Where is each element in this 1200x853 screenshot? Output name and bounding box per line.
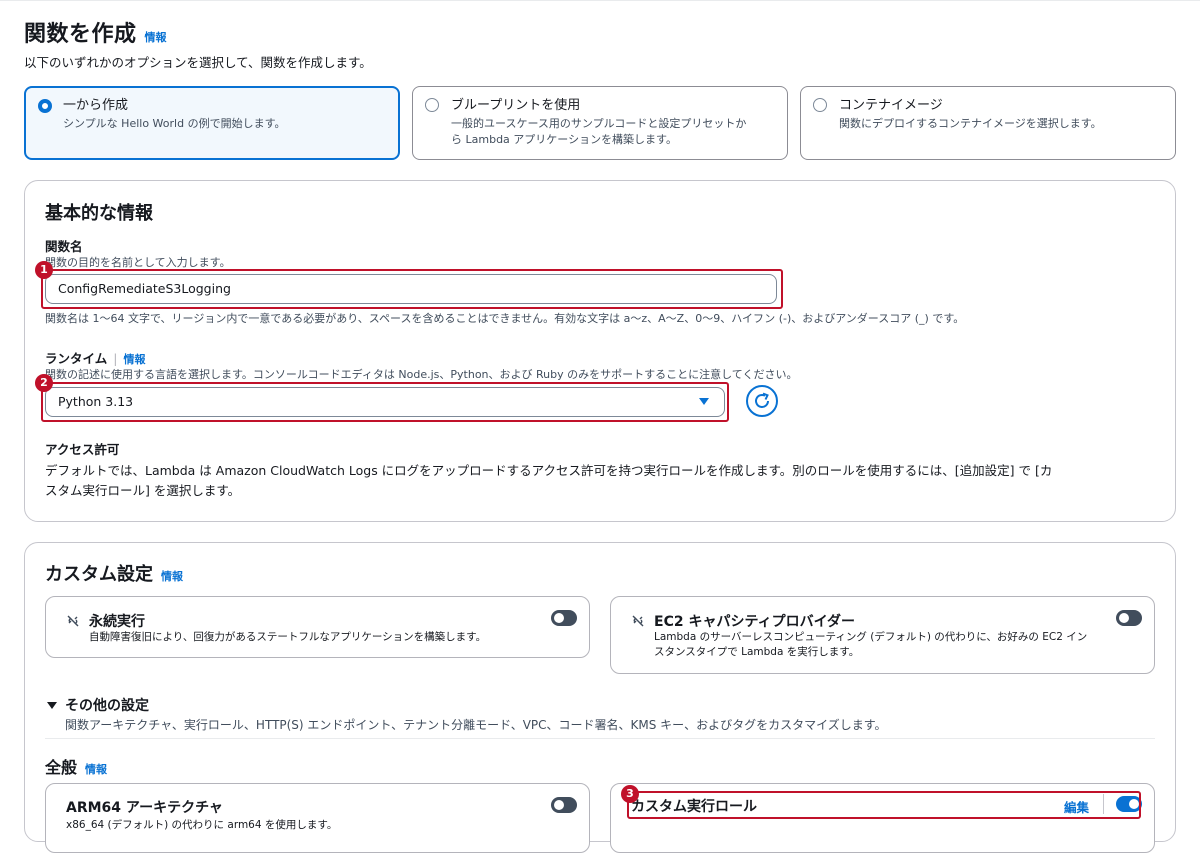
annotation-box-1 — [41, 269, 783, 309]
annotation-badge-1: 1 — [35, 261, 53, 279]
option-author-from-scratch[interactable]: 一から作成 シンプルな Hello World の例で開始します。 — [24, 86, 400, 160]
permissions-text: デフォルトでは、Lambda は Amazon CloudWatch Logs … — [45, 463, 1053, 498]
info-link[interactable]: 情報 — [145, 29, 167, 45]
option-container-image[interactable]: コンテナイメージ 関数にデプロイするコンテナイメージを選択します。 — [800, 86, 1176, 160]
title-row: 関数を作成 情報 — [24, 16, 167, 48]
general-heading: 全般 — [45, 758, 78, 777]
runtime-label-row: ランタイム | 情報 — [45, 348, 145, 367]
custom-settings-panel: カスタム設定 情報 永続実行 自動障害復旧により、回復力があるステートフルなアプ… — [24, 542, 1176, 853]
info-link[interactable]: 情報 — [161, 568, 183, 584]
general-heading-row: 全般 情報 — [45, 754, 107, 778]
function-name-label: 関数名 — [45, 239, 83, 254]
basic-info-heading: 基本的な情報 — [45, 203, 153, 224]
separator: | — [113, 351, 118, 366]
runtime-hint: 関数の記述に使用する言語を選択します。コンソールコードエディタは Node.js… — [45, 368, 798, 381]
option-description: 一般的ユースケース用のサンプルコードと設定プリセットから Lambda アプリケ… — [451, 117, 747, 146]
runtime-label: ランタイム — [45, 351, 108, 366]
option-title: ブループリントを使用 — [451, 98, 581, 113]
option-description: 関数にデプロイするコンテナイメージを選択します。 — [839, 117, 1102, 130]
annotation-badge-2: 2 — [35, 374, 53, 392]
arm64-toggle[interactable] — [551, 797, 577, 813]
page-title: 関数を作成 — [24, 22, 137, 47]
option-description: シンプルな Hello World の例で開始します。 — [63, 117, 286, 130]
caret-down-icon — [47, 701, 57, 709]
custom-settings-heading-row: カスタム設定 情報 — [45, 560, 183, 586]
durable-execution-toggle[interactable] — [551, 610, 577, 626]
other-settings-expander[interactable]: その他の設定 — [47, 695, 149, 715]
ec2-capacity-provider-toggle[interactable] — [1116, 610, 1142, 626]
annotation-box-3 — [627, 791, 1141, 819]
option-title: コンテナイメージ — [839, 98, 943, 113]
refresh-button[interactable] — [746, 385, 778, 417]
annotation-badge-3: 3 — [621, 785, 639, 803]
annotation-box-2 — [41, 382, 729, 422]
toggle-knob — [554, 800, 564, 810]
toggle-knob — [554, 613, 564, 623]
other-settings-title: その他の設定 — [65, 698, 149, 714]
divider — [45, 738, 1155, 739]
option-title: 一から作成 — [63, 98, 129, 113]
card-title: 永続実行 — [89, 614, 145, 630]
card-title: EC2 キャパシティプロバイダー — [654, 614, 856, 630]
radio-icon[interactable] — [425, 98, 439, 112]
card-description: 自動障害復旧により、回復力があるステートフルなアプリケーションを構築します。 — [89, 631, 487, 643]
function-name-hint: 関数の目的を名前として入力します。 — [45, 256, 231, 269]
permissions-label: アクセス許可 — [45, 442, 120, 457]
top-divider — [0, 0, 1200, 1]
info-link[interactable]: 情報 — [85, 761, 107, 777]
radio-selected-icon[interactable] — [38, 99, 52, 113]
custom-settings-heading: カスタム設定 — [45, 564, 153, 585]
refresh-icon — [755, 392, 769, 408]
runtime-info-link[interactable]: 情報 — [123, 353, 145, 366]
unlinked-icon — [67, 615, 79, 627]
unlinked-icon — [632, 615, 644, 627]
durable-execution-card: 永続実行 自動障害復旧により、回復力があるステートフルなアプリケーションを構築し… — [45, 596, 590, 658]
toggle-knob — [1119, 613, 1129, 623]
card-description: x86_64 (デフォルト) の代わりに arm64 を使用します。 — [66, 819, 338, 831]
basic-info-panel: 基本的な情報 関数名 関数の目的を名前として入力します。 ConfigRemed… — [24, 180, 1176, 522]
option-use-blueprint[interactable]: ブループリントを使用 一般的ユースケース用のサンプルコードと設定プリセットから … — [412, 86, 788, 160]
card-description: Lambda のサーバーレスコンピューティング (デフォルト) の代わりに、お好… — [654, 631, 1088, 658]
other-settings-description: 関数アーキテクチャ、実行ロール、HTTP(S) エンドポイント、テナント分離モー… — [65, 718, 887, 732]
radio-icon[interactable] — [813, 98, 827, 112]
page-description: 以下のいずれかのオプションを選択して、関数を作成します。 — [24, 55, 372, 70]
arm64-card: ARM64 アーキテクチャ x86_64 (デフォルト) の代わりに arm64… — [45, 783, 590, 853]
card-title: ARM64 アーキテクチャ — [66, 800, 223, 816]
ec2-capacity-provider-card: EC2 キャパシティプロバイダー Lambda のサーバーレスコンピューティング… — [610, 596, 1155, 674]
function-name-constraint: 関数名は 1〜64 文字で、リージョン内で一意である必要があり、スペースを含める… — [45, 312, 965, 325]
